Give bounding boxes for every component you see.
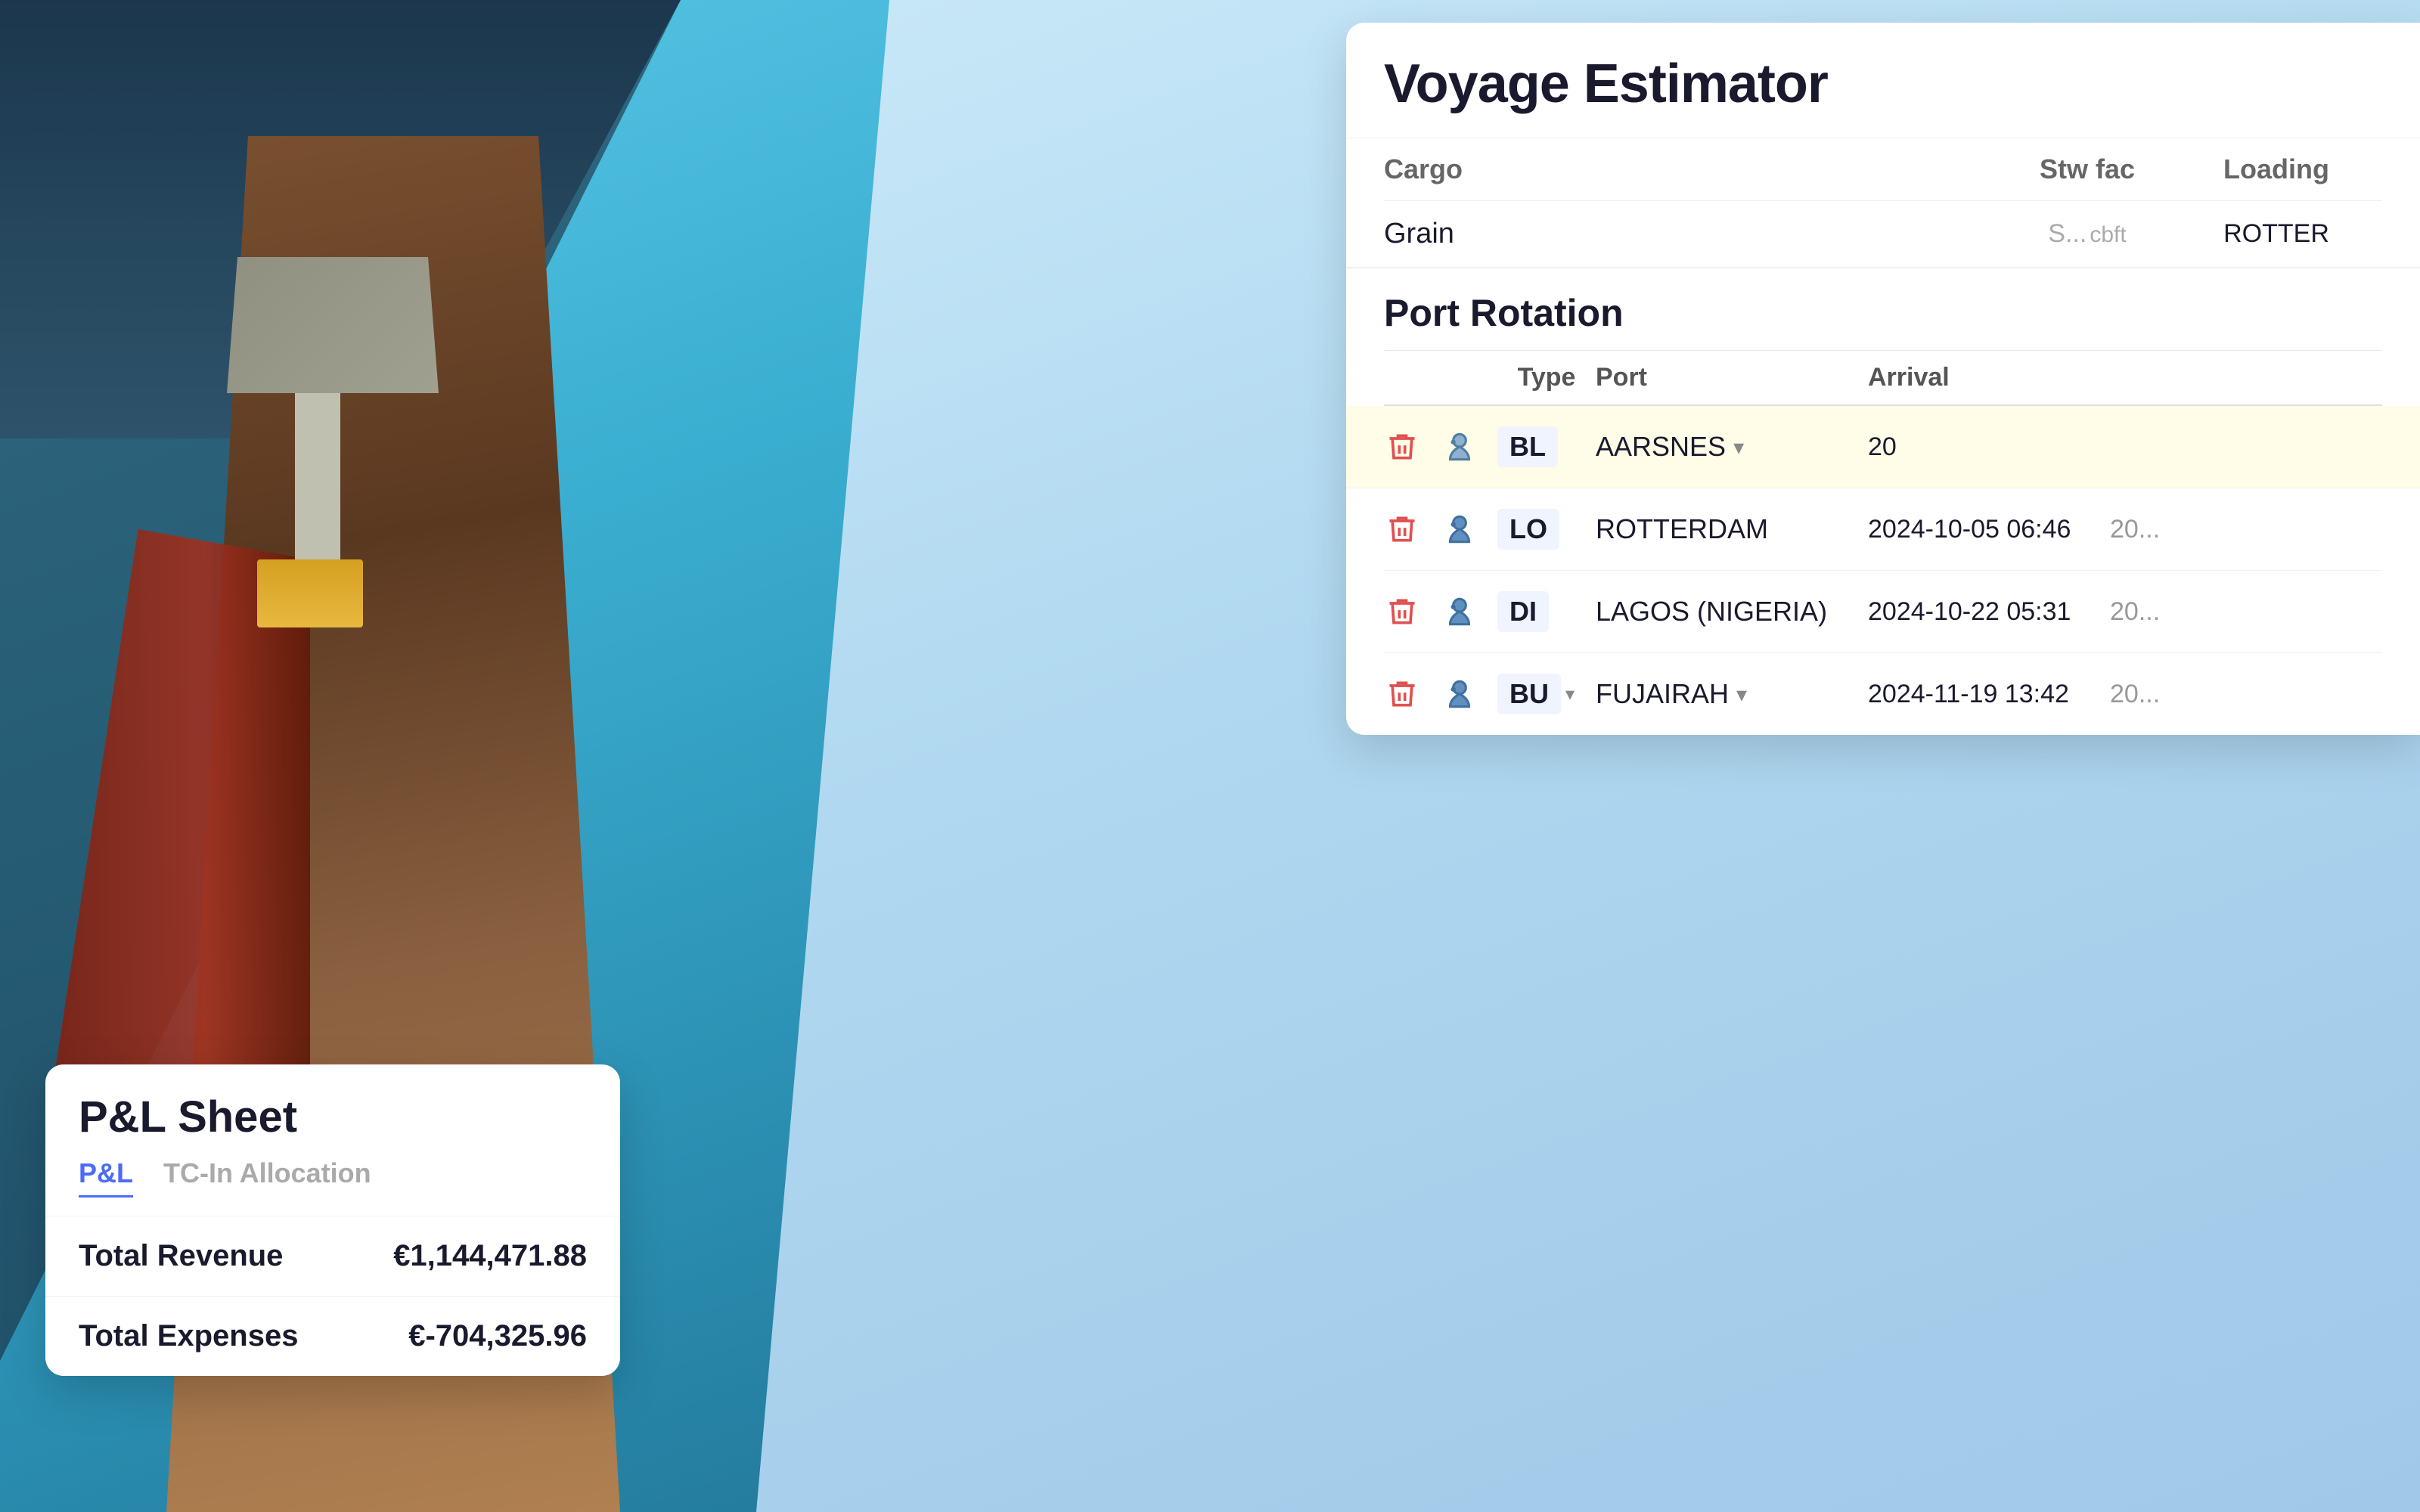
arrival-0: 20 [1868, 432, 2110, 462]
pl-expenses-label: Total Expenses [79, 1319, 298, 1353]
pl-tab-tca[interactable]: TC-In Allocation [163, 1157, 371, 1198]
port-row-3: BU ▾ FUJAIRAH ▾ 2024-11-19 13:42 20... [1384, 653, 2382, 735]
ship-superstructure [227, 257, 439, 393]
col-arrival-header: Arrival [1868, 363, 2110, 392]
port-row-0: BL AARSNES ▾ 20 [1346, 406, 2420, 488]
cargo-table-header: Cargo Stw fac Loading [1384, 138, 2382, 201]
port-name-1: ROTTERDAM [1596, 513, 1868, 545]
type-badge-1: LO [1497, 509, 1596, 550]
type-text-2: DI [1497, 591, 1549, 632]
pl-tab-pl[interactable]: P&L [79, 1157, 133, 1198]
pl-row-revenue: Total Revenue €1,144,471.88 [45, 1216, 620, 1297]
pl-title: P&L Sheet [79, 1092, 587, 1142]
port-chevron-0: ▾ [1733, 435, 1744, 460]
voyage-estimator-panel: Voyage Estimator Cargo Stw fac Loading G… [1346, 23, 2420, 735]
type-chevron-3: ▾ [1565, 683, 1575, 705]
port-icon-2 [1437, 589, 1482, 634]
type-badge-3: BU ▾ [1497, 674, 1596, 714]
arrival-extra-1: 20... [2110, 515, 2382, 544]
delete-icon-3[interactable] [1384, 676, 1420, 712]
cargo-col-stw-label: Stw fac [2004, 153, 2170, 185]
port-icon-0 [1437, 424, 1482, 469]
port-name-3: FUJAIRAH ▾ [1596, 678, 1868, 710]
port-name-text-2: LAGOS (NIGERIA) [1596, 596, 1827, 627]
pl-tabs: P&L TC-In Allocation [79, 1157, 587, 1198]
voyage-title: Voyage Estimator [1384, 53, 2382, 115]
cargo-name: Grain [1384, 218, 2004, 250]
type-text-0: BL [1497, 426, 1558, 467]
port-name-text-0: AARSNES [1596, 431, 1726, 463]
port-rotation-title: Port Rotation [1384, 268, 2382, 350]
port-icon-1 [1437, 507, 1482, 552]
delete-icon-1[interactable] [1384, 511, 1420, 547]
port-table-header: Type Port Arrival [1384, 350, 2382, 406]
type-text-1: LO [1497, 509, 1559, 550]
arrival-extra-2: 20... [2110, 597, 2382, 627]
port-icon-3 [1437, 671, 1482, 717]
arrival-3: 2024-11-19 13:42 [1868, 680, 2110, 709]
arrival-extra-3: 20... [2110, 680, 2382, 709]
type-badge-2: DI [1497, 591, 1596, 632]
port-name-2: LAGOS (NIGERIA) [1596, 596, 1868, 627]
port-row-2: DI LAGOS (NIGERIA) 2024-10-22 05:31 20..… [1384, 571, 2382, 653]
col-type-header: Type [1497, 363, 1596, 392]
cargo-stw-value: S...cbft [2004, 219, 2170, 249]
cargo-loading-value: ROTTER [2170, 219, 2382, 249]
pl-revenue-label: Total Revenue [79, 1239, 283, 1273]
delete-icon-0[interactable] [1384, 429, 1420, 465]
cargo-col-cargo-label: Cargo [1384, 153, 2004, 185]
port-rotation-section: Port Rotation Type Port Arrival [1346, 268, 2420, 735]
pl-revenue-value: €1,144,471.88 [393, 1239, 587, 1273]
port-name-text-1: ROTTERDAM [1596, 513, 1768, 545]
type-badge-0: BL [1497, 426, 1596, 467]
arrival-1: 2024-10-05 06:46 [1868, 515, 2110, 544]
cargo-row: Grain S...cbft ROTTER [1384, 201, 2382, 267]
col-extra-header [2110, 363, 2382, 392]
delete-icon-2[interactable] [1384, 593, 1420, 630]
pl-sheet-panel: P&L Sheet P&L TC-In Allocation Total Rev… [45, 1064, 620, 1376]
cargo-section: Cargo Stw fac Loading Grain S...cbft ROT… [1346, 138, 2420, 268]
voyage-header: Voyage Estimator [1346, 23, 2420, 138]
col-port-header: Port [1596, 363, 1868, 392]
col-icon-header [1437, 363, 1497, 392]
port-name-0: AARSNES ▾ [1596, 431, 1868, 463]
port-row-1: LO ROTTERDAM 2024-10-05 06:46 20... [1384, 488, 2382, 571]
port-chevron-3: ▾ [1736, 682, 1747, 707]
arrival-2: 2024-10-22 05:31 [1868, 597, 2110, 627]
pl-row-expenses: Total Expenses €-704,325.96 [45, 1297, 620, 1376]
ship-light [257, 559, 363, 627]
port-name-text-3: FUJAIRAH [1596, 678, 1729, 710]
pl-header: P&L Sheet P&L TC-In Allocation [45, 1064, 620, 1216]
cargo-col-loading-label: Loading [2170, 153, 2382, 185]
col-delete-header [1384, 363, 1437, 392]
type-text-3: BU [1497, 674, 1561, 714]
pl-expenses-value: €-704,325.96 [408, 1319, 587, 1353]
